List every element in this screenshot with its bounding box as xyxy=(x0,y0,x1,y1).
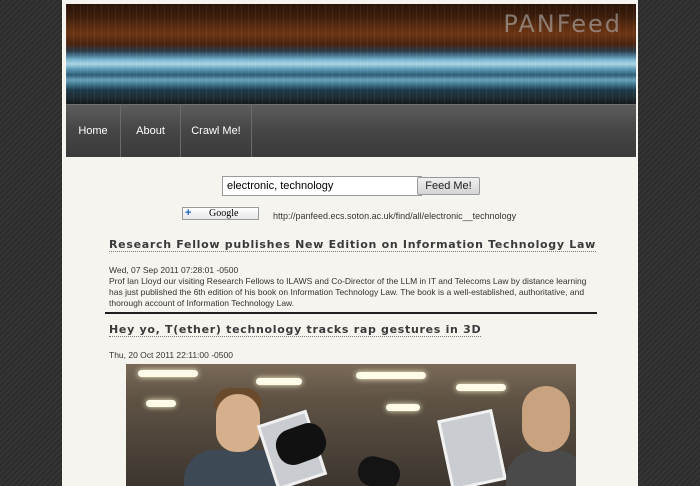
article-date: Wed, 07 Sep 2011 07:28:01 -0500 xyxy=(109,265,239,275)
sensor-glove xyxy=(354,453,404,486)
search-input[interactable] xyxy=(222,176,422,196)
nav-item-crawl-me[interactable]: Crawl Me! xyxy=(181,105,252,157)
ceiling-light xyxy=(456,384,506,391)
person-head xyxy=(216,394,260,452)
nav-item-home[interactable]: Home xyxy=(66,105,121,157)
person-head xyxy=(522,386,570,452)
site-brand: PANFeed xyxy=(503,10,622,38)
ceiling-light xyxy=(386,404,420,411)
person-figure xyxy=(506,450,576,486)
google-label: Google xyxy=(209,208,239,219)
ceiling-light xyxy=(356,372,426,379)
plus-icon: + xyxy=(185,207,192,219)
article-title[interactable]: Research Fellow publishes New Edition on… xyxy=(109,238,596,252)
feed-me-button[interactable]: Feed Me! xyxy=(417,177,480,195)
page-container: PANFeed Home About Crawl Me! Feed Me! + … xyxy=(62,0,638,486)
add-to-google-button[interactable]: + Google xyxy=(182,207,259,220)
article-divider xyxy=(105,312,597,314)
article-photo xyxy=(126,364,576,486)
ceiling-light xyxy=(256,378,302,385)
tablet-device xyxy=(437,408,507,486)
article-date: Thu, 20 Oct 2011 22:11:00 -0500 xyxy=(109,350,233,360)
ceiling-light xyxy=(146,400,176,407)
feed-url-link[interactable]: http://panfeed.ecs.soton.ac.uk/find/all/… xyxy=(273,211,516,221)
article-title[interactable]: Hey yo, T(ether) technology tracks rap g… xyxy=(109,323,482,337)
main-nav: Home About Crawl Me! xyxy=(66,104,636,157)
nav-item-about[interactable]: About xyxy=(121,105,181,157)
header-banner: PANFeed xyxy=(66,4,636,104)
article-summary: Prof Ian Lloyd our visiting Research Fel… xyxy=(109,276,587,308)
ceiling-light xyxy=(138,370,198,377)
